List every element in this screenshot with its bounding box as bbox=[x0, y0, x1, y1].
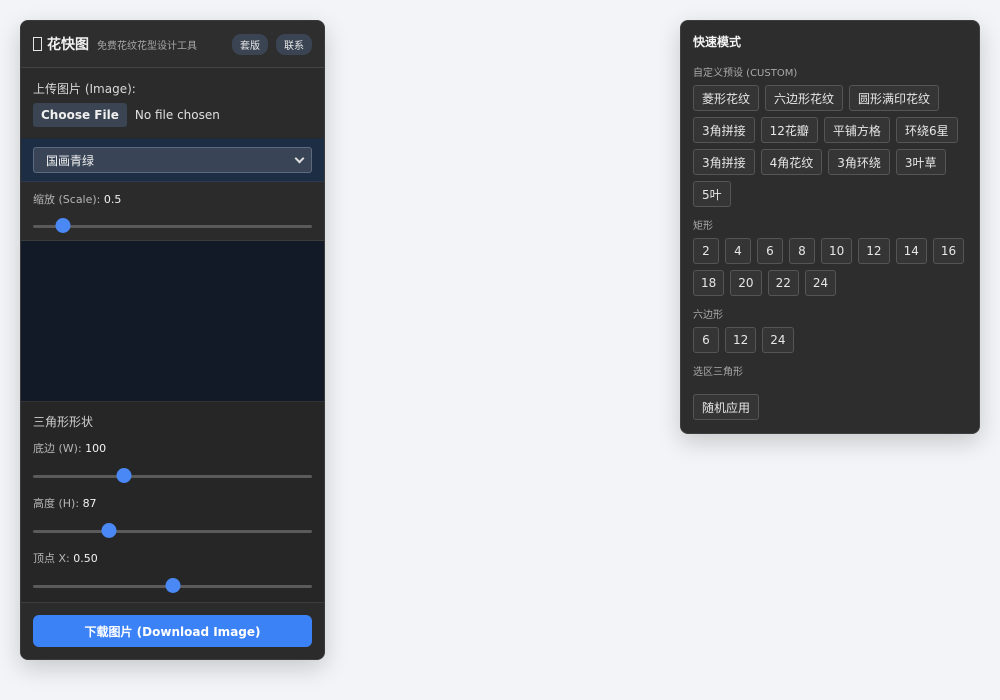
palette-select[interactable]: 国画青绿 bbox=[33, 147, 312, 173]
base-width-value: 100 bbox=[85, 442, 107, 455]
custom-preset-button[interactable]: 环绕6星 bbox=[895, 117, 958, 143]
custom-preset-button[interactable]: 圆形满印花纹 bbox=[849, 85, 940, 111]
rectangle-preset-button[interactable]: 16 bbox=[932, 238, 965, 264]
scale-slider[interactable] bbox=[33, 218, 312, 234]
download-section: 下载图片 (Download Image) bbox=[21, 603, 324, 659]
height-slider[interactable] bbox=[33, 523, 312, 539]
upload-label: 上传图片 (Image): bbox=[33, 82, 136, 96]
random-apply-row: 随机应用 bbox=[693, 394, 967, 420]
contact-button[interactable]: 联系 bbox=[276, 33, 312, 55]
file-input: Choose File No file chosen bbox=[33, 103, 312, 127]
scale-label: 缩放 (Scale): 0.5 bbox=[33, 191, 312, 207]
custom-preset-button[interactable]: 菱形花纹 bbox=[693, 85, 760, 111]
apex-x-value: 0.50 bbox=[73, 552, 98, 565]
rectangle-preset-button[interactable]: 18 bbox=[693, 270, 725, 296]
upload-section: 上传图片 (Image): Choose File No file chosen bbox=[21, 68, 324, 139]
hexagon-preset-button[interactable]: 24 bbox=[762, 327, 794, 353]
download-button[interactable]: 下载图片 (Download Image) bbox=[33, 615, 312, 647]
hexagon-preset-button[interactable]: 6 bbox=[693, 327, 719, 353]
scale-value: 0.5 bbox=[103, 193, 122, 206]
chevron-down-icon bbox=[294, 153, 305, 163]
custom-preset-button[interactable]: 3叶草 bbox=[895, 149, 946, 175]
apex-x-param: 顶点 X: 0.50 bbox=[33, 550, 312, 594]
slider-thumb[interactable] bbox=[116, 468, 132, 483]
rectangle-preset-button[interactable]: 8 bbox=[789, 238, 815, 264]
random-apply-button[interactable]: 随机应用 bbox=[693, 394, 760, 420]
palette-select-value: 国画青绿 bbox=[46, 153, 95, 168]
shape-section-title: 三角形形状 bbox=[33, 415, 94, 429]
slider-thumb[interactable] bbox=[55, 218, 71, 233]
triangle-shape-section: 三角形形状 底边 (W): 100 高度 (H): 87 顶点 X: 0.50 bbox=[21, 402, 324, 603]
base-width-label: 底边 (W): 100 bbox=[33, 440, 312, 456]
file-status: No file chosen bbox=[134, 108, 220, 122]
rectangle-preset-button[interactable]: 24 bbox=[804, 270, 837, 296]
rectangle-label: 矩形 bbox=[693, 221, 713, 232]
quick-mode-panel: 快速模式 自定义预设 (CUSTOM) 菱形花纹 六边形花纹 圆形满印花纹 3角拼接 1… bbox=[680, 20, 980, 434]
apex-x-label: 顶点 X: 0.50 bbox=[33, 550, 312, 566]
quick-mode-title: 快速模式 bbox=[693, 35, 742, 49]
base-width-slider[interactable] bbox=[33, 468, 312, 484]
rectangle-preset-button[interactable]: 2 bbox=[693, 238, 719, 264]
height-value: 87 bbox=[82, 497, 97, 510]
custom-presets-label: 自定义预设 (CUSTOM) bbox=[693, 68, 798, 79]
apex-x-label-text: 顶点 X: bbox=[33, 552, 70, 565]
app-title: 花快图 bbox=[47, 37, 89, 53]
app-subtitle: 免费花纹花型设计工具 bbox=[97, 40, 197, 52]
header-buttons: 套版 联系 bbox=[232, 33, 312, 55]
hexagon-label: 六边形 bbox=[693, 310, 723, 321]
template-button[interactable]: 套版 bbox=[232, 33, 268, 55]
scale-label-text: 缩放 (Scale): bbox=[33, 193, 101, 206]
height-label: 高度 (H): 87 bbox=[33, 495, 312, 511]
hexagon-presets: 6 12 24 bbox=[693, 327, 967, 353]
slider-thumb[interactable] bbox=[165, 578, 180, 593]
apex-x-slider[interactable] bbox=[33, 578, 312, 594]
custom-preset-button[interactable]: 3角拼接 bbox=[693, 149, 755, 175]
custom-preset-button[interactable]: 3角环绕 bbox=[828, 149, 890, 175]
base-width-param: 底边 (W): 100 bbox=[33, 440, 312, 484]
custom-preset-button[interactable]: 12花瓣 bbox=[760, 117, 818, 143]
palette-section: 国画青绿 bbox=[21, 139, 324, 182]
hexagon-preset-button[interactable]: 12 bbox=[725, 327, 757, 353]
selection-triangle-label: 选区三角形 bbox=[693, 367, 743, 378]
slider-track bbox=[33, 225, 312, 228]
choose-file-button[interactable]: Choose File bbox=[33, 103, 127, 127]
height-label-text: 高度 (H): bbox=[33, 497, 80, 510]
logo-icon bbox=[33, 37, 42, 51]
custom-preset-button[interactable]: 3角拼接 bbox=[693, 117, 755, 143]
rectangle-preset-button[interactable]: 4 bbox=[725, 238, 751, 264]
panel-header: 花快图 免费花纹花型设计工具 套版 联系 bbox=[21, 21, 324, 68]
slider-thumb[interactable] bbox=[101, 523, 117, 538]
custom-preset-button[interactable]: 六边形花纹 bbox=[765, 85, 844, 111]
slider-track bbox=[33, 530, 312, 533]
base-width-label-text: 底边 (W): bbox=[33, 442, 82, 455]
custom-preset-button[interactable]: 平铺方格 bbox=[823, 117, 890, 143]
custom-presets: 菱形花纹 六边形花纹 圆形满印花纹 3角拼接 12花瓣 平铺方格 环绕6星 3角拼接 4角花纹 3… bbox=[693, 85, 967, 207]
rectangle-presets: 2 4 6 8 10 12 14 16 18 20 22 24 bbox=[693, 238, 967, 296]
rectangle-preset-button[interactable]: 10 bbox=[821, 238, 853, 264]
slider-track bbox=[33, 475, 312, 478]
control-panel: 花快图 免费花纹花型设计工具 套版 联系 上传图片 (Image): Choos… bbox=[20, 20, 325, 660]
rectangle-preset-button[interactable]: 12 bbox=[858, 238, 890, 264]
rectangle-preset-button[interactable]: 22 bbox=[767, 270, 799, 296]
scale-section: 缩放 (Scale): 0.5 bbox=[21, 182, 324, 241]
custom-preset-button[interactable]: 5叶 bbox=[693, 181, 731, 207]
rectangle-preset-button[interactable]: 20 bbox=[730, 270, 762, 296]
height-param: 高度 (H): 87 bbox=[33, 495, 312, 539]
preview-canvas[interactable] bbox=[21, 241, 324, 402]
rectangle-preset-button[interactable]: 14 bbox=[895, 238, 927, 264]
rectangle-preset-button[interactable]: 6 bbox=[757, 238, 783, 264]
custom-preset-button[interactable]: 4角花纹 bbox=[760, 149, 823, 175]
